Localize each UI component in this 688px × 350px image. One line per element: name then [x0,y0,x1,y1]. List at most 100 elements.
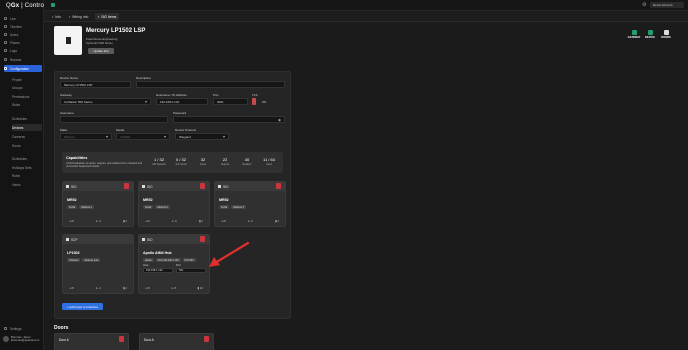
sidebar-item-people[interactable]: People [12,76,42,83]
sidebar-item-views[interactable]: Views [12,181,42,188]
host-value: 192.168.1.120 [146,269,163,272]
device-action[interactable]: DEVICE [642,30,658,39]
delete-module-button[interactable] [276,182,281,189]
sidebar-item-schedules[interactable]: Schedules [12,115,42,122]
hostname-label: Hostname / IP Address [156,93,187,97]
make-select[interactable]: Mercury [60,133,112,140]
sidebar-item-schedules-2[interactable]: Schedules [12,155,42,162]
sidebar-item-label: Roles [12,173,21,178]
capabilities-description: A full breakdown of inputs, outputs, and… [66,162,142,169]
door-label: Door A [144,338,154,342]
gateway-action[interactable]: GATEWAY [626,30,642,39]
description-field[interactable] [136,81,285,88]
port-field[interactable]: 3001 [213,98,248,105]
tab-sio-items[interactable]: ▪ SIO Items [95,13,120,20]
host-field[interactable]: 192.168.1.120 [143,268,173,273]
sidebar-item-label: Views [12,182,21,187]
module-type: SIO [71,184,77,189]
site-icon[interactable] [51,3,55,7]
sidebar-item-label: Reports [10,57,22,62]
account-menu[interactable]: Demo Account [650,2,684,8]
apollo-module-card[interactable]: SIO Apollo AIM4 Hub Apollo Host 192.168.1… [138,234,210,294]
notification-icon[interactable]: ⚙ [642,2,646,8]
sidebar-item-places[interactable]: Places [4,39,42,46]
tab-wiring-info[interactable]: ▪ Wiring Info [66,13,91,20]
cap-outputs: 22 Outputs [214,157,236,166]
sidebar-item-timeline[interactable]: Timeline [4,23,42,30]
username-label: Username [60,111,74,115]
sidebar-item-settings[interactable]: Settings [4,325,42,332]
sidebar-item-devices[interactable]: Devices [12,124,42,131]
module-icon [142,238,145,241]
protocol-value: Wiegand [179,134,191,139]
sidebar-item-rules[interactable]: Rules [12,101,42,108]
logo-text: | Control [19,3,46,9]
sidebar-item-users[interactable]: Users [4,31,42,38]
model-select[interactable]: LP1502 [116,133,170,140]
avatar [3,336,9,342]
sidebar-item-label: Live [10,16,16,21]
action-label: DEVICE [645,36,655,39]
outputs-stat: ⇤ 6 [248,219,253,223]
sidebar-item-permissions[interactable]: Permissions [12,93,42,100]
make-value: Mercury [64,134,75,139]
readers-stat: ▮ 2 [123,286,127,290]
sidebar-item-label: People [12,77,22,82]
readers-stat: ▮ 2 [199,219,203,223]
cap-used: 11 / 64 Used [258,157,280,166]
delete-module-button[interactable] [200,235,205,242]
delete-module-button[interactable] [124,182,129,189]
sidebar-item-label: Schedules [12,156,27,161]
delete-door-button[interactable] [204,336,209,342]
module-card[interactable]: SIO MR52 Serial Address 2 ⇥ 8 ⇤ 6 ▮ 2 [138,181,210,227]
tls-toggle[interactable] [252,98,256,105]
cap-label: Outputs [220,163,230,166]
delete-module-button[interactable] [200,182,205,189]
module-tag: Onboard [67,258,81,262]
sidebar-item-logs[interactable]: Logs [4,47,42,54]
action-label: GATEWAY [627,36,641,39]
password-field[interactable]: ◉ [173,116,285,123]
update-info-label: Update info [93,49,109,53]
doors-action[interactable]: DOORS [658,30,674,39]
module-card[interactable]: SIO MR52 Serial Address 3 ⇥ 8 ⇤ 6 ▮ 2 [214,181,286,227]
cap-value: 40 [244,157,250,162]
app-logo[interactable]: QGx | Control [6,3,46,9]
hostname-field[interactable]: 192.168.0.142 [156,98,208,105]
cap-value: 32 [200,157,206,162]
gateway-label: Gateway [60,93,72,97]
add-interface-button[interactable]: + Add Input or Interface [62,303,103,310]
apollo-port-field[interactable]: 501 [176,268,206,273]
host-label: Host [143,264,149,267]
module-card[interactable]: SCP LP1502 Onboard Address auto ⇥ 8 ⇤ 4 ▮ 2 [62,234,134,294]
sidebar-item-cameras[interactable]: Cameras [12,133,42,140]
gateway-select[interactable]: CpStation 500 Series [60,98,151,105]
delete-door-button[interactable] [119,336,124,342]
live-icon [4,17,7,20]
update-info-button[interactable]: Update info [88,48,114,54]
sidebar-item-label: Users [10,32,19,37]
username-field[interactable] [60,116,168,123]
protocol-select[interactable]: Wiegand [175,133,229,140]
tab-label: Wiring Info [72,14,89,19]
door-card[interactable]: Door A [139,333,214,350]
sidebar-item-live[interactable]: Live [4,15,42,22]
sidebar-item-label: Rules [12,102,21,107]
device-series: CpControl 500 Series [86,41,113,45]
user-profile[interactable]: Brennan, Jason jbrennan@quanta.com [3,333,43,345]
sidebar-item-reports[interactable]: Reports [4,56,42,63]
doors-section-title: Doors [54,325,69,331]
sidebar-item-roles[interactable]: Roles [12,172,42,179]
module-card[interactable]: SIO MR52 Serial Address 1 ⇥ 8 ⇤ 4 ▮ 2 [62,181,134,227]
show-password-icon[interactable]: ◉ [278,118,281,122]
sidebar-item-groups[interactable]: Groups [12,84,42,91]
sidebar-item-configuration[interactable]: Configuration [4,65,42,72]
module-header: SIO [139,235,209,244]
device-name-field[interactable]: Mercury LP1502 LSP [60,81,131,88]
tab-info[interactable]: ▪ Info [49,13,64,20]
sidebar-item-holiday-sets[interactable]: Holidays Sets [12,164,42,171]
sidebar-item-doors[interactable]: Doors [12,142,42,149]
sidebar-item-label: Permissions [12,94,30,99]
door-card[interactable]: Door A [54,333,129,350]
make-label: Make [60,128,68,132]
